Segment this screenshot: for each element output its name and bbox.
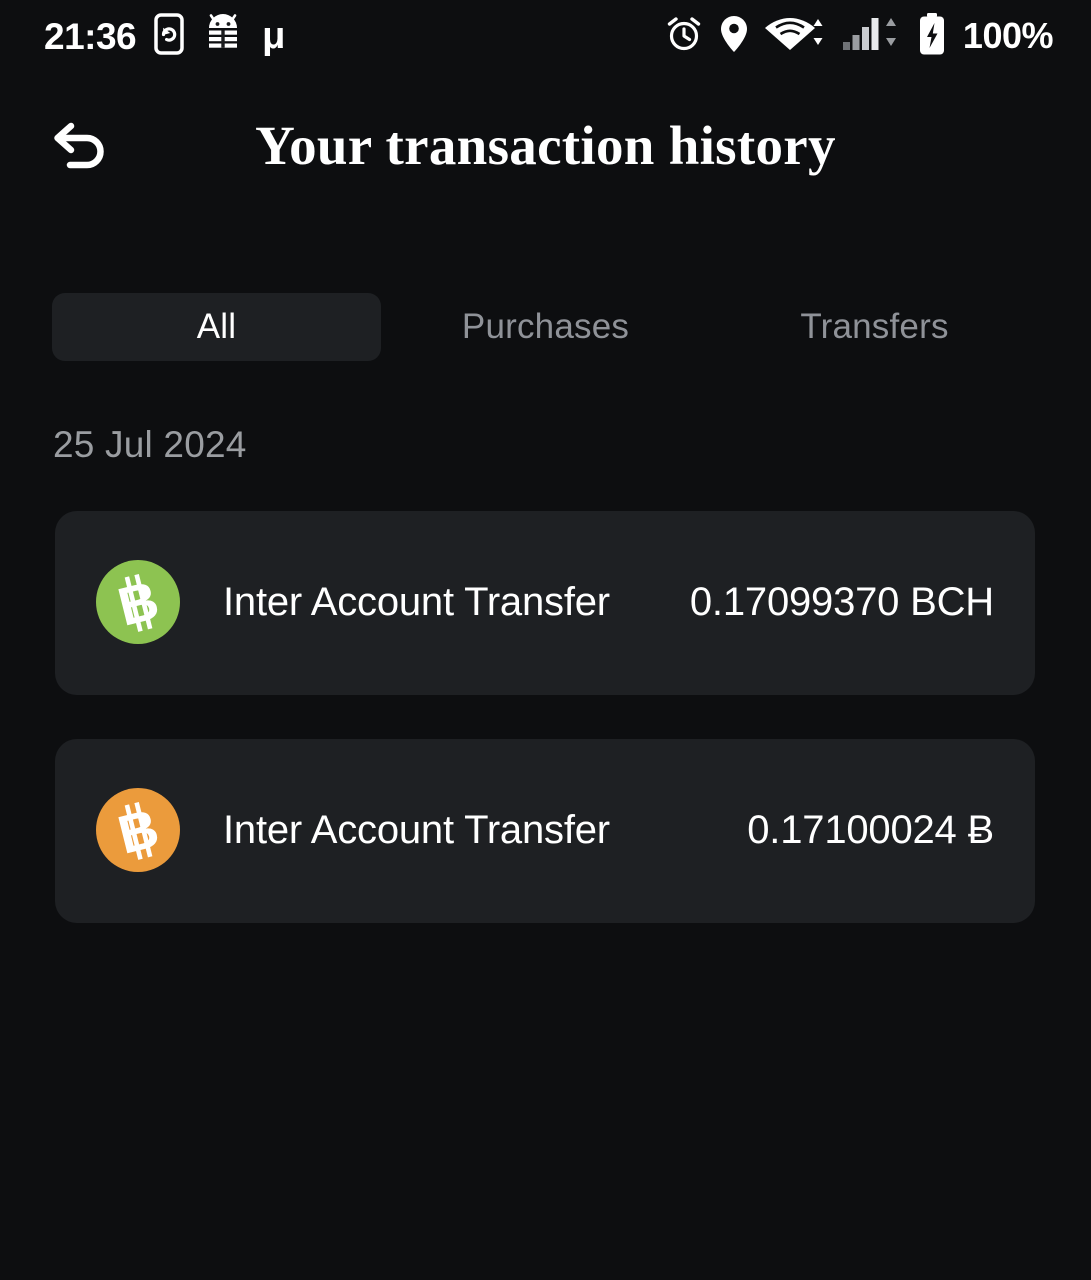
android-robot-icon [202, 13, 244, 60]
transaction-filter-tabs: All Purchases Transfers [52, 293, 1039, 361]
alarm-clock-icon [664, 14, 704, 59]
transaction-date-header: 25 Jul 2024 [53, 424, 247, 465]
transaction-row[interactable]: B Inter Account Transfer 0.17100024 Ƀ [55, 739, 1035, 923]
tab-all[interactable]: All [52, 293, 381, 361]
app-screen: 21:36 μ 100% Your transaction history Al… [0, 0, 1091, 1280]
page-title: Your transaction history [255, 115, 836, 176]
mu-character-icon: μ [262, 15, 286, 57]
battery-charging-icon [918, 12, 946, 60]
bitcoin-cash-icon: B [96, 560, 180, 644]
transaction-title: Inter Account Transfer [223, 807, 610, 852]
transaction-row[interactable]: B Inter Account Transfer 0.17099370 BCH [55, 511, 1035, 695]
status-bar: 21:36 μ 100% [0, 0, 1091, 72]
tab-purchases-label: Purchases [461, 307, 630, 346]
tab-purchases[interactable]: Purchases [381, 293, 710, 361]
transaction-row-content: B Inter Account Transfer 0.17099370 BCH [55, 558, 1035, 646]
battery-percent-label: 100% [962, 15, 1054, 56]
transaction-amount: 0.17100024 Ƀ [747, 807, 994, 852]
phone-rotate-icon [154, 12, 184, 60]
transaction-amount: 0.17099370 BCH [689, 579, 994, 624]
status-bar-right: 100% [664, 12, 1054, 60]
status-bar-left: 21:36 μ [44, 12, 286, 60]
status-clock: 21:36 [44, 15, 137, 57]
transaction-row-content: B Inter Account Transfer 0.17100024 Ƀ [55, 786, 1035, 874]
tab-transfers[interactable]: Transfers [710, 293, 1039, 361]
bitcoin-icon: B [96, 788, 180, 872]
wifi-icon [764, 14, 826, 59]
tab-all-label: All [196, 307, 237, 346]
location-pin-icon [719, 14, 749, 59]
page-header: Your transaction history [0, 100, 1091, 196]
transaction-list: B Inter Account Transfer 0.17099370 BCH … [55, 511, 1035, 967]
cellular-signal-icon [841, 14, 903, 59]
transaction-title: Inter Account Transfer [223, 579, 610, 624]
tab-transfers-label: Transfers [800, 307, 949, 346]
